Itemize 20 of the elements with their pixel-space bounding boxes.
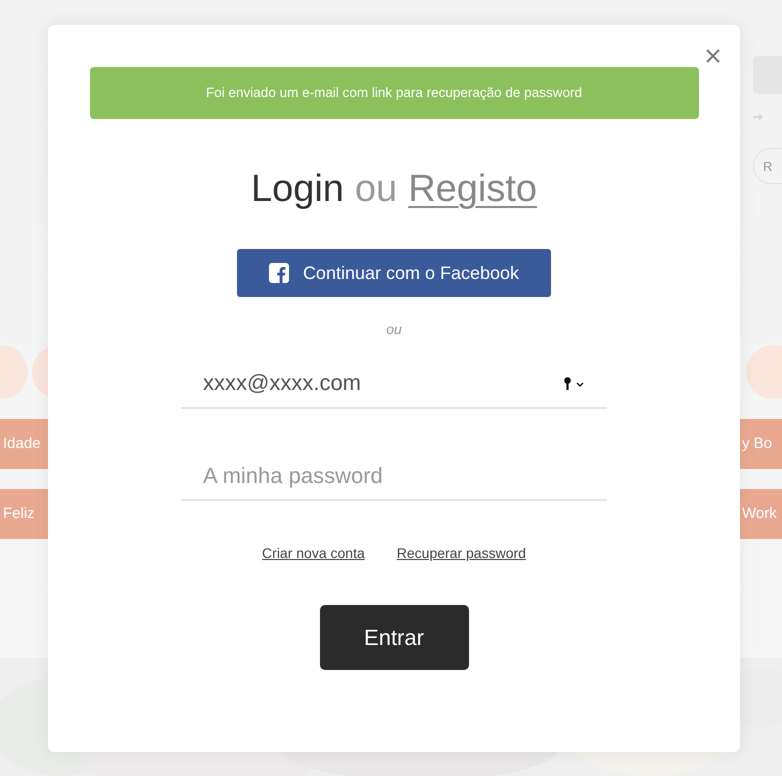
sign-in-icon[interactable] [753,112,765,122]
password-field[interactable]: A minha password [181,453,607,501]
tag[interactable]: Idade [0,419,48,469]
text-link[interactable]: Recuperar password [396,545,526,561]
email-field[interactable]: xxxx@xxxx.com [181,359,607,409]
tag[interactable]: Work [740,489,782,539]
success-alert: Foi enviado um e-mail com link para recuperação de password [90,67,698,119]
facebook-button[interactable]: Continuar com o Facebook [237,249,551,297]
register-link[interactable]: Registo [408,165,538,213]
key-dropdown-icon[interactable] [563,377,585,391]
close-button[interactable] [706,49,720,63]
divider-text: ou [386,321,402,337]
tag[interactable]: y Bo [740,419,782,469]
login-heading: Login [250,167,344,212]
facebook-icon [268,263,289,283]
filter-pill[interactable]: R [753,148,782,184]
text-link[interactable]: Criar nova conta [262,545,365,561]
login-button[interactable]: Entrar [320,605,468,670]
tag[interactable]: Feliz [0,489,48,539]
separator-text: ou [354,167,398,212]
